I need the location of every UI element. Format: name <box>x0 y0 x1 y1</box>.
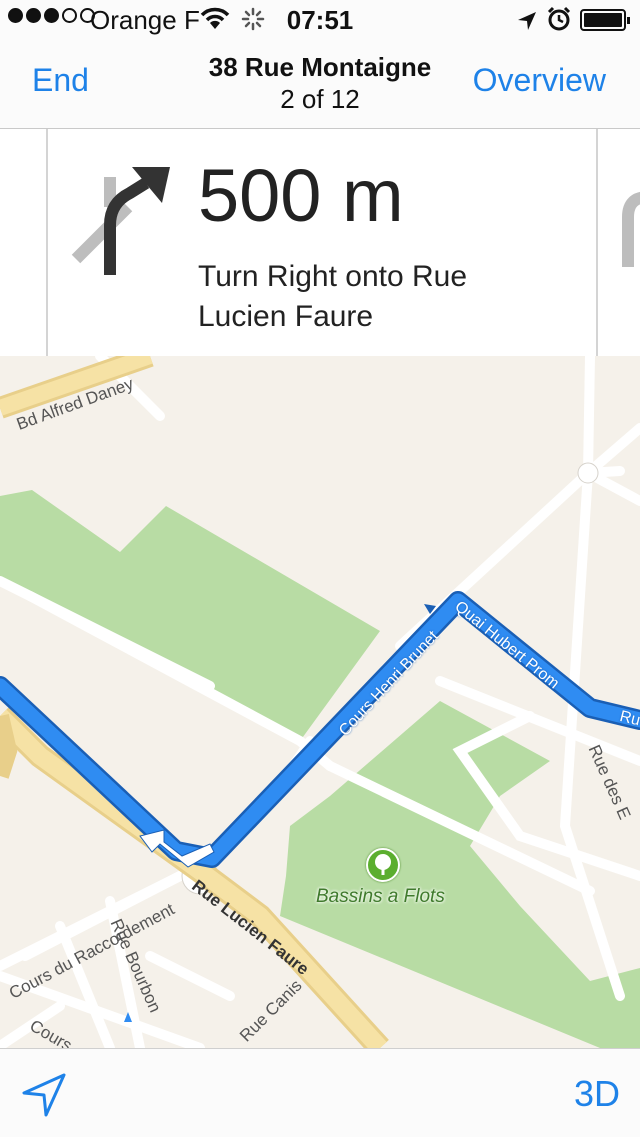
map-view[interactable]: Bd Alfred Daney Rue Lucien Faure Cours d… <box>0 356 640 1048</box>
maneuver-distance: 500 m <box>198 154 404 237</box>
bottom-toolbar: 3D <box>0 1048 640 1137</box>
turn-right-arrow-icon <box>68 163 178 288</box>
status-time: 07:51 <box>286 5 354 35</box>
navigation-bar: End 38 Rue Montaigne 2 of 12 Overview <box>0 40 640 129</box>
status-bar: Orange F 07:51 <box>0 0 640 40</box>
location-arrow-icon[interactable] <box>22 1073 66 1122</box>
next-maneuver-arrow-icon <box>612 187 640 272</box>
poi-label[interactable]: Bassins a Flots <box>316 886 445 908</box>
three-d-button[interactable]: 3D <box>574 1073 620 1115</box>
overview-button[interactable]: Overview <box>473 62 606 99</box>
banner-divider-left <box>46 129 48 356</box>
maneuver-instruction: Turn Right onto Rue Lucien Faure <box>198 260 468 333</box>
tree-icon[interactable] <box>366 848 400 882</box>
alarm-clock-icon <box>546 6 572 39</box>
battery-icon <box>580 9 630 31</box>
instruction-banner[interactable]: 500 m Turn Right onto Rue Lucien Faure <box>0 129 640 357</box>
location-services-icon <box>516 8 538 39</box>
banner-divider-right <box>596 129 598 356</box>
